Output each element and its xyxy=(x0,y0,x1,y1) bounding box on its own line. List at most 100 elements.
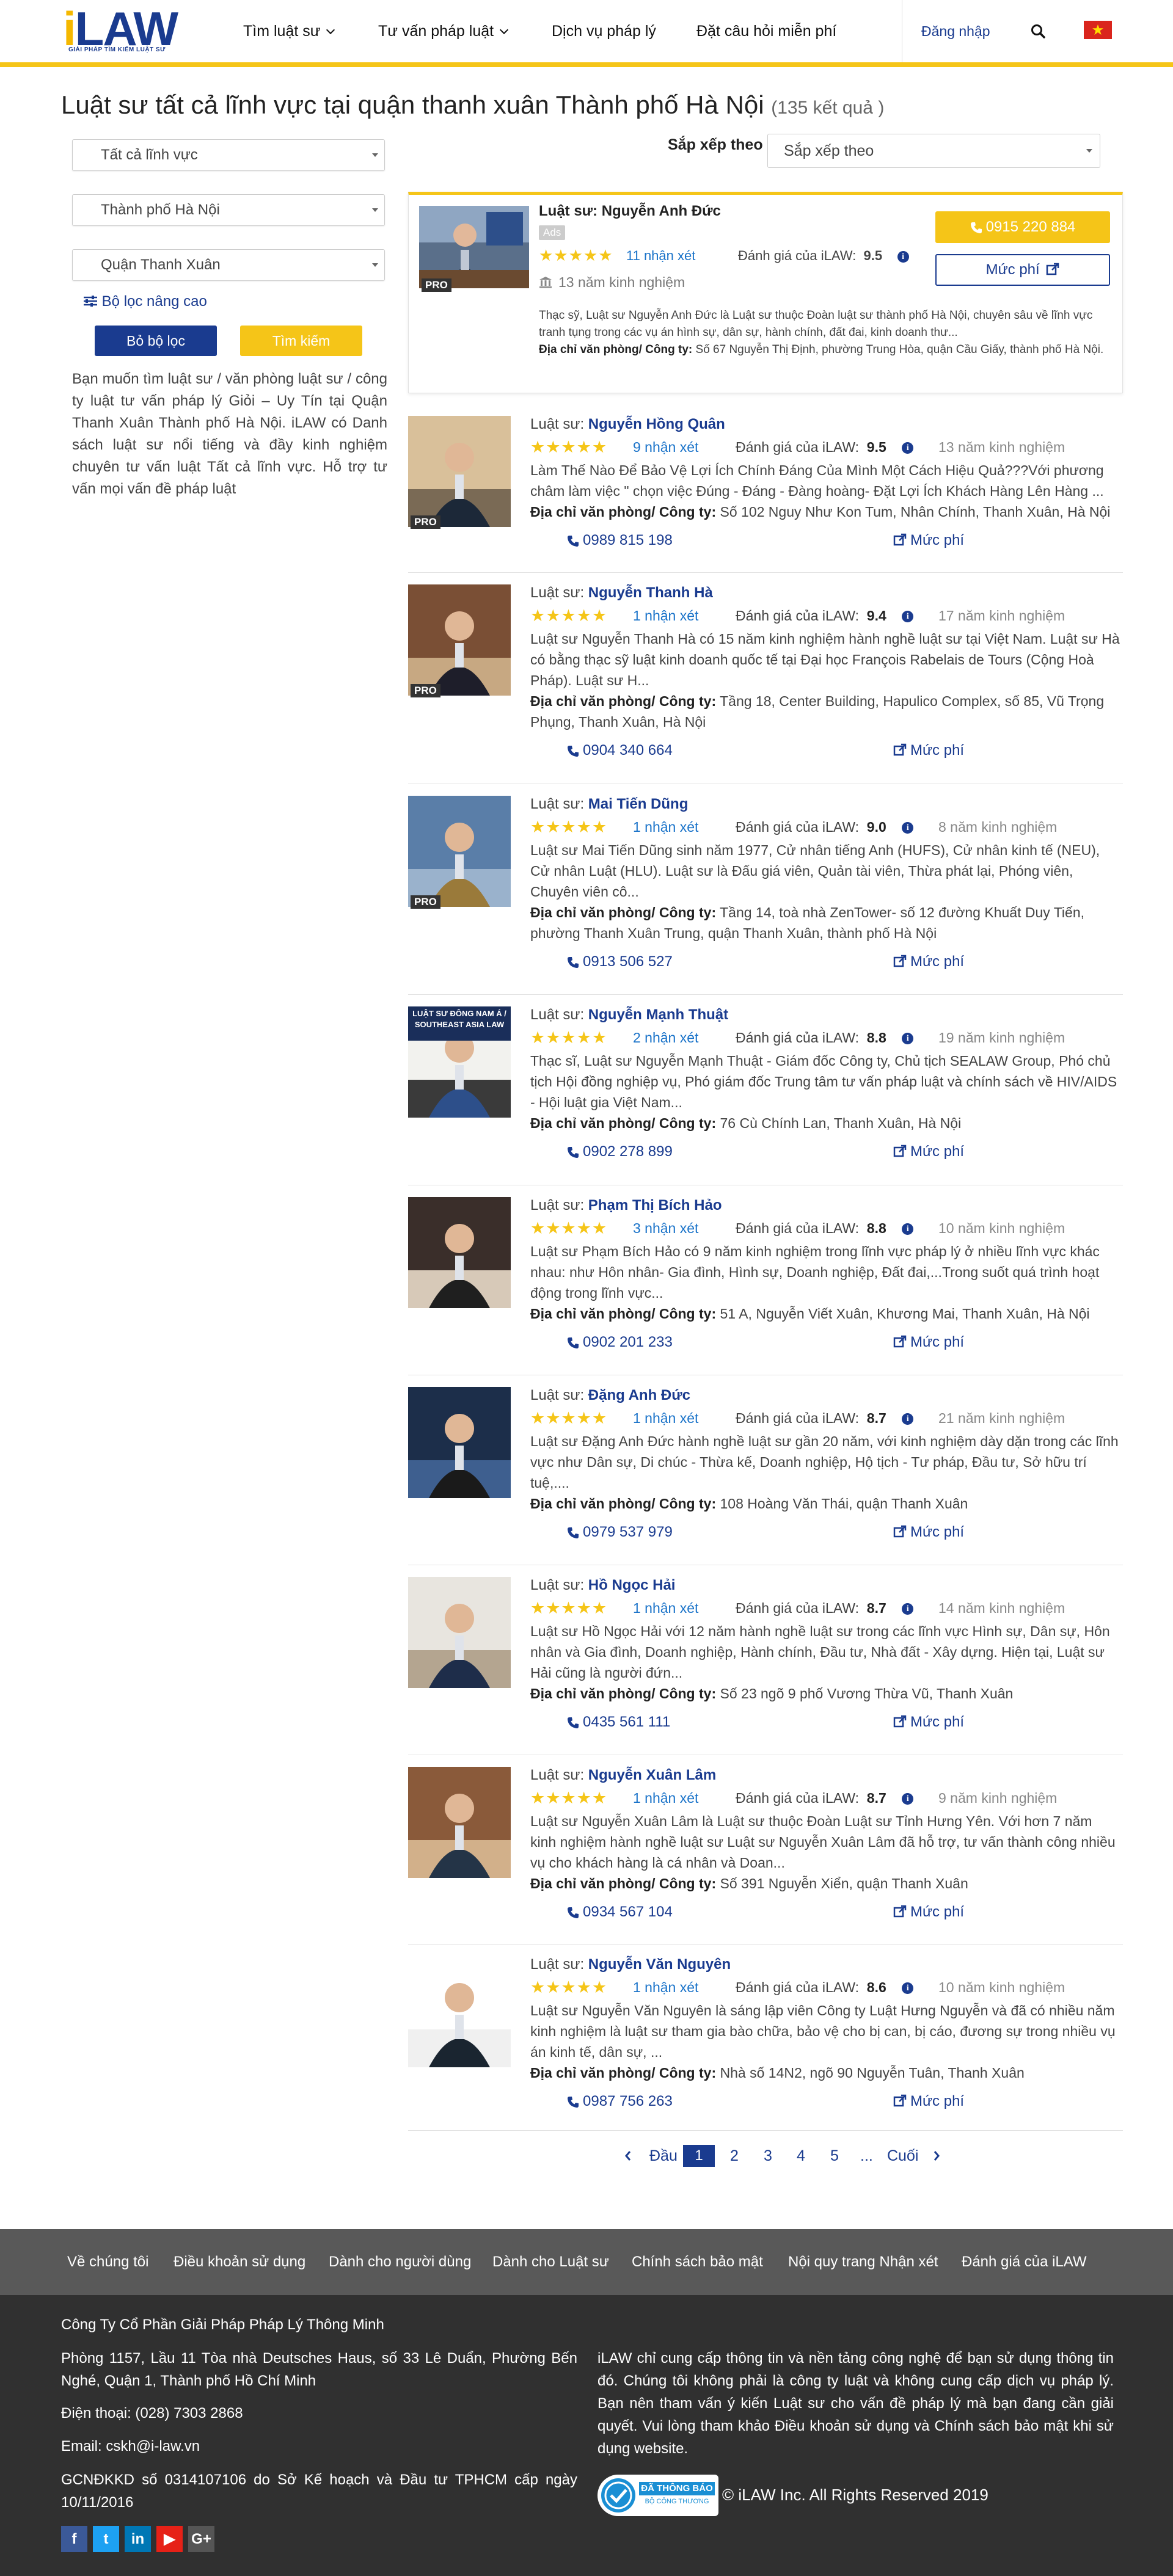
reviews-link[interactable]: 1 nhận xét xyxy=(633,819,698,835)
fee-link[interactable]: Mức phí xyxy=(893,1904,964,1921)
info-icon[interactable]: i xyxy=(902,442,914,454)
linkedin-icon[interactable]: in xyxy=(125,2526,151,2552)
phone-link[interactable]: 0435 561 111 xyxy=(567,1714,670,1731)
lawyer-name[interactable]: Luật sư: Nguyễn Xuân Lâm xyxy=(530,1767,1122,1784)
reviews-link[interactable]: 1 nhận xét xyxy=(633,1410,698,1427)
advanced-filter-link[interactable]: Bộ lọc nâng cao xyxy=(83,293,207,310)
footer-email[interactable]: Email: cskh@i-law.vn xyxy=(61,2435,577,2458)
lawyer-photo[interactable] xyxy=(408,1577,511,1688)
nav-legal-advice[interactable]: Tư vấn pháp luật xyxy=(378,0,509,62)
lawyer-photo[interactable]: LUẬT SƯ ĐÔNG NAM Á / SOUTHEAST ASIA LAW xyxy=(408,1006,511,1118)
footer-link-privacy[interactable]: Chính sách bảo mật xyxy=(632,2229,763,2295)
fee-link[interactable]: Mức phí xyxy=(893,532,964,549)
moit-badge[interactable]: ĐÃ THÔNG BÁO BỘ CÔNG THƯƠNG xyxy=(597,2475,718,2516)
fee-link[interactable]: Mức phí xyxy=(893,1524,964,1541)
page-first-link[interactable]: Đầu xyxy=(649,2145,678,2167)
external-link-icon xyxy=(1047,263,1059,275)
lawyer-name[interactable]: Luật sư: Mai Tiến Dũng xyxy=(530,796,1122,813)
info-icon[interactable]: i xyxy=(902,1413,914,1425)
featured-phone-button[interactable]: 0915 220 884 xyxy=(935,211,1110,243)
lawyer-name[interactable]: Luật sư: Nguyễn Mạnh Thuật xyxy=(530,1006,1122,1024)
prev-page-icon[interactable] xyxy=(624,2150,632,2162)
twitter-icon[interactable]: t xyxy=(93,2526,119,2552)
lawyer-name[interactable]: Luật sư: Nguyễn Văn Nguyên xyxy=(530,1956,1122,1973)
city-select[interactable]: Thành phố Hà Nội xyxy=(72,194,385,226)
page-4-link[interactable]: 4 xyxy=(797,2145,805,2167)
featured-lawyer-name[interactable]: Luật sư: Nguyễn Anh Đức xyxy=(539,203,721,220)
fee-link[interactable]: Mức phí xyxy=(893,742,964,759)
lawyer-photo[interactable] xyxy=(408,1956,511,2067)
clear-filter-button[interactable]: Bỏ bộ lọc xyxy=(95,326,217,356)
reviews-link[interactable]: 2 nhận xét xyxy=(633,1030,698,1046)
footer-link-lawyers[interactable]: Dành cho Luật sư xyxy=(492,2229,609,2295)
sort-select[interactable]: Sắp xếp theo xyxy=(767,134,1100,168)
reviews-link[interactable]: 1 nhận xét xyxy=(633,1979,698,1996)
info-icon[interactable]: i xyxy=(897,250,909,263)
lawyer-name[interactable]: Luật sư: Đặng Anh Đức xyxy=(530,1387,1122,1404)
footer-link-about[interactable]: Về chúng tôi xyxy=(67,2229,148,2295)
fee-link[interactable]: Mức phí xyxy=(893,953,964,970)
login-link[interactable]: Đăng nhập xyxy=(921,0,990,62)
phone-link[interactable]: 0979 537 979 xyxy=(567,1524,673,1541)
page-title: Luật sư tất cả lĩnh vực tại quận thanh x… xyxy=(61,90,884,120)
next-page-icon[interactable] xyxy=(932,2150,941,2162)
featured-fee-button[interactable]: Mức phí xyxy=(935,254,1110,286)
lawyer-photo[interactable] xyxy=(408,1767,511,1878)
fee-link[interactable]: Mức phí xyxy=(893,1714,964,1731)
footer-link-users[interactable]: Dành cho người dùng xyxy=(329,2229,471,2295)
fee-link[interactable]: Mức phí xyxy=(893,1143,964,1160)
search-button[interactable]: Tìm kiếm xyxy=(240,326,362,356)
lawyer-photo[interactable] xyxy=(408,1197,511,1308)
nav-find-lawyer[interactable]: Tìm luật sư xyxy=(243,0,335,62)
page-3-link[interactable]: 3 xyxy=(764,2145,772,2167)
featured-lawyer-card[interactable]: PRO Luật sư: Nguyễn Anh Đức Ads ★★★★★ 11… xyxy=(408,192,1123,393)
facebook-icon[interactable]: f xyxy=(61,2526,87,2552)
google-plus-icon[interactable]: G+ xyxy=(188,2526,214,2552)
fee-link[interactable]: Mức phí xyxy=(893,2093,964,2110)
reviews-link[interactable]: 9 nhận xét xyxy=(633,439,698,456)
info-icon[interactable]: i xyxy=(902,1223,914,1235)
info-icon[interactable]: i xyxy=(902,1793,914,1805)
fee-link[interactable]: Mức phí xyxy=(893,1334,964,1351)
lawyer-name[interactable]: Luật sư: Nguyễn Hồng Quân xyxy=(530,416,1122,433)
lawyer-photo[interactable] xyxy=(408,416,511,527)
phone-link[interactable]: 0934 567 104 xyxy=(567,1904,673,1921)
lawyer-photo[interactable] xyxy=(408,796,511,907)
phone-link[interactable]: 0902 201 233 xyxy=(567,1334,673,1351)
reviews-link[interactable]: 3 nhận xét xyxy=(633,1220,698,1237)
vietnam-flag-icon[interactable] xyxy=(1084,21,1112,39)
phone-link[interactable]: 0902 278 899 xyxy=(567,1143,673,1160)
info-icon[interactable]: i xyxy=(902,1603,914,1615)
reviews-link[interactable]: 1 nhận xét xyxy=(633,1790,698,1806)
reviews-link[interactable]: 1 nhận xét xyxy=(633,608,698,624)
footer-link-review-rules[interactable]: Nội quy trang Nhận xét xyxy=(788,2229,938,2295)
info-icon[interactable]: i xyxy=(902,1982,914,1995)
lawyer-photo[interactable] xyxy=(408,1387,511,1498)
footer-link-ilaw-rating[interactable]: Đánh giá của iLAW xyxy=(962,2229,1087,2295)
field-select[interactable]: Tất cả lĩnh vực xyxy=(72,139,385,171)
featured-reviews-link[interactable]: 11 nhận xét xyxy=(626,248,695,264)
lawyer-name[interactable]: Luật sư: Hồ Ngọc Hải xyxy=(530,1577,1122,1594)
page-5-link[interactable]: 5 xyxy=(830,2145,839,2167)
phone-link[interactable]: 0913 506 527 xyxy=(567,953,673,970)
nav-legal-services[interactable]: Dịch vụ pháp lý xyxy=(552,0,656,62)
page-2-link[interactable]: 2 xyxy=(730,2145,739,2167)
lawyer-name[interactable]: Luật sư: Phạm Thị Bích Hảo xyxy=(530,1197,1122,1214)
district-select[interactable]: Quận Thanh Xuân xyxy=(72,249,385,281)
page-last-link[interactable]: Cuối xyxy=(887,2145,918,2167)
featured-lawyer-photo[interactable] xyxy=(419,206,529,288)
lawyer-photo[interactable] xyxy=(408,584,511,696)
page-1-link[interactable]: 1 xyxy=(683,2145,715,2167)
phone-link[interactable]: 0989 815 198 xyxy=(567,532,673,549)
lawyer-name[interactable]: Luật sư: Nguyễn Thanh Hà xyxy=(530,584,1122,602)
phone-link[interactable]: 0987 756 263 xyxy=(567,2093,673,2110)
reviews-link[interactable]: 1 nhận xét xyxy=(633,1600,698,1617)
youtube-icon[interactable]: ▶ xyxy=(156,2526,183,2552)
info-icon[interactable]: i xyxy=(902,822,914,834)
info-icon[interactable]: i xyxy=(902,1033,914,1045)
phone-link[interactable]: 0904 340 664 xyxy=(567,742,673,759)
footer-link-terms[interactable]: Điều khoản sử dụng xyxy=(174,2229,305,2295)
search-icon[interactable] xyxy=(1030,23,1046,39)
nav-ask-question[interactable]: Đặt câu hỏi miễn phí xyxy=(696,0,836,62)
info-icon[interactable]: i xyxy=(902,611,914,623)
